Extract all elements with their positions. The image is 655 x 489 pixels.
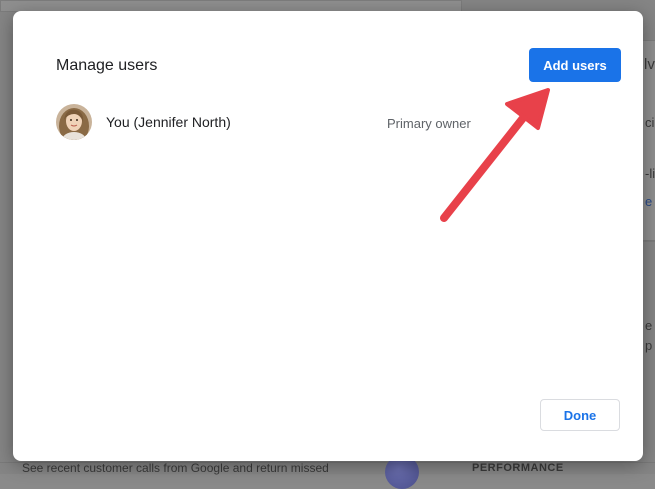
background-section-label: PERFORMANCE: [472, 462, 564, 474]
manage-users-dialog: Manage users Add users You (Jennifer Nor…: [13, 11, 643, 461]
background-text: -liv: [645, 166, 655, 181]
background-text: p: [645, 338, 653, 353]
background-text: ci: [645, 115, 655, 130]
dialog-title: Manage users: [56, 57, 158, 74]
background-text: See recent customer calls from Google an…: [22, 461, 329, 475]
background-text: e: [645, 318, 653, 333]
done-button[interactable]: Done: [540, 399, 620, 431]
background-text: lve: [644, 56, 655, 73]
add-users-button[interactable]: Add users: [529, 48, 621, 82]
background-link: e H: [645, 194, 655, 209]
user-name: You (Jennifer North): [106, 114, 231, 130]
user-role: Primary owner: [387, 116, 471, 131]
user-row: You (Jennifer North) Primary owner: [56, 104, 616, 140]
user-avatar: [56, 104, 92, 140]
